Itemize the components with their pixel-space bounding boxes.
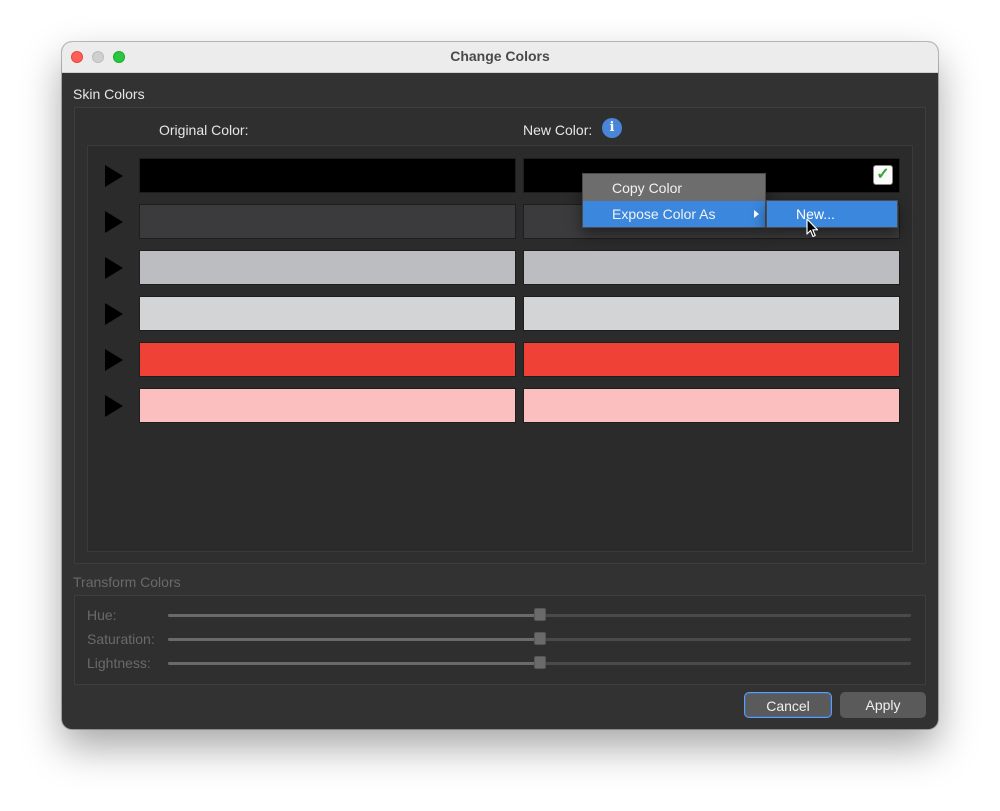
disclosure-triangle-icon[interactable] xyxy=(105,257,123,279)
original-color-header: Original Color: xyxy=(159,122,249,138)
copy-color-menu-item[interactable]: Copy Color xyxy=(583,175,765,201)
original-color-swatch xyxy=(139,342,516,377)
saturation-label: Saturation: xyxy=(87,631,155,647)
checkmark-icon[interactable]: ✓ xyxy=(873,165,893,185)
lightness-slider-fill xyxy=(168,662,540,665)
disclosure-triangle-icon[interactable] xyxy=(105,303,123,325)
mouse-pointer-icon xyxy=(806,218,819,238)
hue-slider[interactable] xyxy=(168,608,911,621)
title-bar[interactable]: Change Colors xyxy=(62,42,938,73)
expose-color-as-menu-item[interactable]: Expose Color As xyxy=(583,201,765,227)
hue-slider-thumb[interactable] xyxy=(533,608,546,621)
color-row xyxy=(88,342,914,378)
submenu-arrow-icon xyxy=(754,210,759,218)
new-color-header: New Color: xyxy=(523,122,593,138)
hue-label: Hue: xyxy=(87,607,117,623)
color-row xyxy=(88,296,914,332)
color-row: ✓ xyxy=(88,158,914,194)
skin-colors-label: Skin Colors xyxy=(73,86,145,102)
original-color-swatch xyxy=(139,388,516,423)
context-menu: Copy Color Expose Color As xyxy=(582,173,766,228)
disclosure-triangle-icon[interactable] xyxy=(105,211,123,233)
disclosure-triangle-icon[interactable] xyxy=(105,349,123,371)
lightness-slider-thumb[interactable] xyxy=(533,656,546,669)
disclosure-triangle-icon[interactable] xyxy=(105,395,123,417)
new-color-swatch[interactable] xyxy=(523,388,900,423)
saturation-slider-thumb[interactable] xyxy=(533,632,546,645)
expose-color-as-label: Expose Color As xyxy=(612,206,716,222)
info-icon[interactable]: i xyxy=(602,118,622,138)
transform-colors-group: Hue: Saturation: Lightness: xyxy=(74,595,926,685)
new-color-swatch[interactable] xyxy=(523,296,900,331)
change-colors-window: Change Colors Skin Colors Original Color… xyxy=(62,42,938,729)
skin-colors-group: Original Color: New Color: i ✓ xyxy=(74,107,926,564)
expose-color-submenu: New... xyxy=(766,200,898,228)
hue-slider-fill xyxy=(168,614,540,617)
saturation-slider[interactable] xyxy=(168,632,911,645)
new-menu-item[interactable]: New... xyxy=(767,201,897,227)
disclosure-triangle-icon[interactable] xyxy=(105,165,123,187)
cancel-button[interactable]: Cancel xyxy=(744,692,832,718)
transform-colors-label: Transform Colors xyxy=(73,574,181,590)
color-row xyxy=(88,388,914,424)
original-color-swatch xyxy=(139,296,516,331)
new-color-swatch[interactable] xyxy=(523,250,900,285)
window-title: Change Colors xyxy=(450,48,550,64)
original-color-swatch xyxy=(139,204,516,239)
lightness-label: Lightness: xyxy=(87,655,151,671)
original-color-swatch xyxy=(139,158,516,193)
apply-button[interactable]: Apply xyxy=(840,692,926,718)
original-color-swatch xyxy=(139,250,516,285)
lightness-slider[interactable] xyxy=(168,656,911,669)
new-color-swatch[interactable] xyxy=(523,342,900,377)
saturation-slider-fill xyxy=(168,638,540,641)
color-row xyxy=(88,250,914,286)
